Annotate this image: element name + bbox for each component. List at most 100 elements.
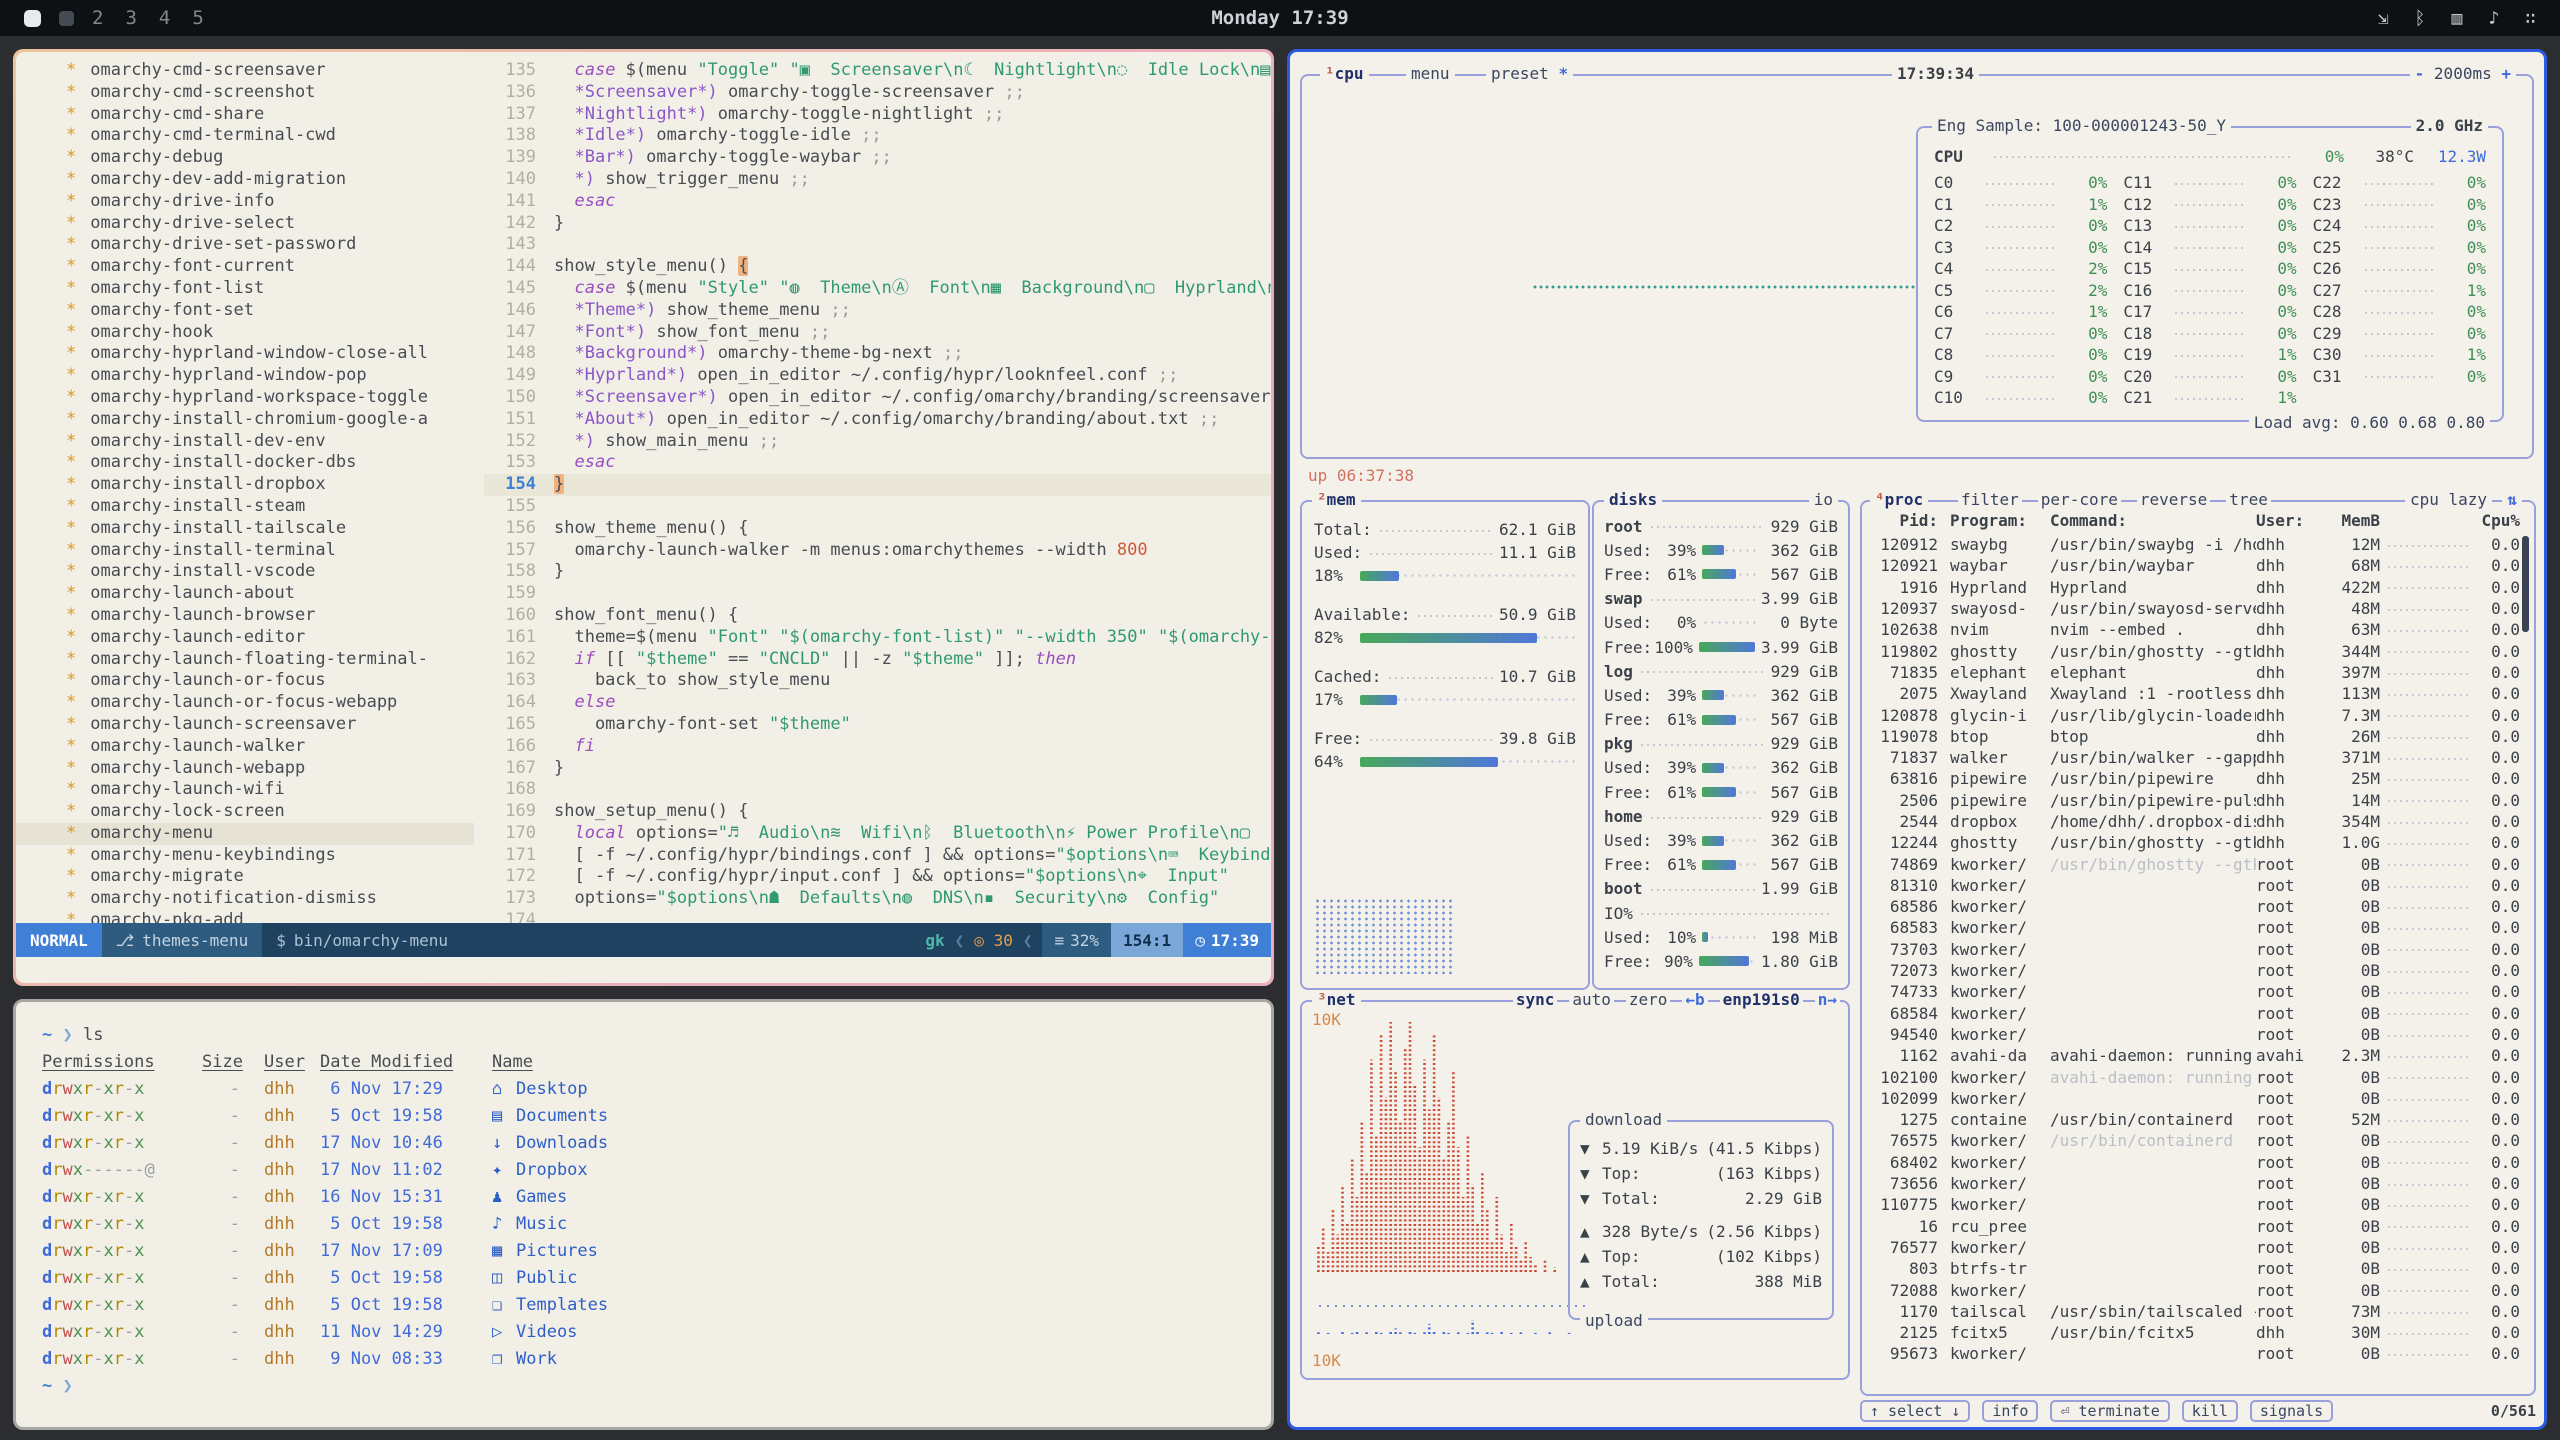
code-line[interactable]: 139 *Bar*) omarchy-toggle-waybar ;; <box>484 147 1271 169</box>
file-item[interactable]: *omarchy-pkg-add <box>66 910 484 923</box>
code-line[interactable]: 138 *Idle*) omarchy-toggle-idle ;; <box>484 125 1271 147</box>
proc-reverse[interactable]: reverse <box>2137 490 2210 509</box>
file-item[interactable]: *omarchy-launch-or-focus <box>66 670 484 692</box>
file-item[interactable]: *omarchy-install-steam <box>66 496 484 518</box>
process-row[interactable]: 81310 kworker/ root 0B 0.0 <box>1876 875 2520 896</box>
file-item[interactable]: *omarchy-install-dropbox <box>66 474 484 496</box>
process-row[interactable]: 68402 kworker/ root 0B 0.0 <box>1876 1152 2520 1173</box>
process-row[interactable]: 63816 pipewire /usr/bin/pipewire dhh 25M… <box>1876 768 2520 789</box>
process-row[interactable]: 102099 kworker/ root 0B 0.0 <box>1876 1088 2520 1109</box>
file-item[interactable]: *omarchy-install-tailscale <box>66 518 484 540</box>
file-item[interactable]: *omarchy-debug <box>66 147 484 169</box>
apps-icon[interactable]: ∷ <box>2525 8 2536 29</box>
file-item[interactable]: *omarchy-install-dev-env <box>66 431 484 453</box>
file-item[interactable]: *omarchy-install-vscode <box>66 561 484 583</box>
file-item[interactable]: *omarchy-launch-webapp <box>66 758 484 780</box>
process-row[interactable]: 16 rcu_pree root 0B 0.0 <box>1876 1216 2520 1237</box>
proc-tree[interactable]: tree <box>2226 490 2271 509</box>
file-item[interactable]: *omarchy-font-list <box>66 278 484 300</box>
code-line[interactable]: 166 fi <box>484 736 1271 758</box>
code-line[interactable]: 155 <box>484 496 1271 518</box>
process-row[interactable]: 68584 kworker/ root 0B 0.0 <box>1876 1003 2520 1024</box>
process-row[interactable]: 72088 kworker/ root 0B 0.0 <box>1876 1279 2520 1300</box>
process-row[interactable]: 72073 kworker/ root 0B 0.0 <box>1876 960 2520 981</box>
process-row[interactable]: 12244 ghostty /usr/bin/ghostty --gtk- dh… <box>1876 832 2520 853</box>
update-interval[interactable]: - 2000ms + <box>2410 64 2516 83</box>
process-row[interactable]: 95673 kworker/ root 0B 0.0 <box>1876 1343 2520 1364</box>
process-row[interactable]: 74733 kworker/ root 0B 0.0 <box>1876 981 2520 1002</box>
code-line[interactable]: 173 options="$options\n☗ Defaults\n◍ DNS… <box>484 888 1271 910</box>
process-row[interactable]: 803 btrfs-tr root 0B 0.0 <box>1876 1258 2520 1279</box>
proc-action-button[interactable]: kill <box>2182 1400 2238 1422</box>
workspace-active-icon[interactable] <box>24 10 41 27</box>
proc-action-button[interactable]: info <box>1982 1400 2038 1422</box>
code-line[interactable]: 172 [ -f ~/.config/hypr/input.conf ] && … <box>484 866 1271 888</box>
code-line[interactable]: 157 omarchy-launch-walker -m menus:omarc… <box>484 540 1271 562</box>
code-line[interactable]: 160show_font_menu() { <box>484 605 1271 627</box>
code-line[interactable]: 167} <box>484 758 1271 780</box>
code-line[interactable]: 171 [ -f ~/.config/hypr/bindings.conf ] … <box>484 845 1271 867</box>
proc-filter[interactable]: filter <box>1958 490 2022 509</box>
process-row[interactable]: 119078 btop btop dhh 26M 0.0 <box>1876 726 2520 747</box>
prev-iface-icon[interactable]: ←b <box>1682 990 1707 1009</box>
file-item[interactable]: *omarchy-cmd-share <box>66 104 484 126</box>
file-item[interactable]: *omarchy-launch-editor <box>66 627 484 649</box>
workspace-app-icon[interactable] <box>59 11 74 26</box>
code-line[interactable]: 165 omarchy-font-set "$theme" <box>484 714 1271 736</box>
code-line[interactable]: 140 *) show_trigger_menu ;; <box>484 169 1271 191</box>
process-row[interactable]: 102638 nvim nvim --embed . dhh 63M 0.0 <box>1876 619 2520 640</box>
code-line[interactable]: 137 *Nightlight*) omarchy-toggle-nightli… <box>484 104 1271 126</box>
file-item[interactable]: *omarchy-menu <box>16 823 474 845</box>
bluetooth-icon[interactable]: ᛒ <box>2415 8 2426 29</box>
process-row[interactable]: 120937 swayosd- /usr/bin/swayosd-server … <box>1876 598 2520 619</box>
process-row[interactable]: 2075 Xwayland Xwayland :1 -rootless - dh… <box>1876 683 2520 704</box>
process-row[interactable]: 1170 tailscal /usr/sbin/tailscaled -- ro… <box>1876 1301 2520 1322</box>
screen-share-icon[interactable]: ⇲ <box>2378 8 2389 29</box>
proc-tab[interactable]: ⁴proc <box>1870 490 1928 509</box>
process-row[interactable]: 102100 kworker/ avahi-daemon: running [ … <box>1876 1066 2520 1087</box>
code-line[interactable]: 152 *) show_main_menu ;; <box>484 431 1271 453</box>
code-line[interactable]: 135 case $(menu "Toggle" "▣ Screensaver\… <box>484 60 1271 82</box>
proc-action-button[interactable]: ↑ select ↓ <box>1860 1400 1970 1422</box>
file-item[interactable]: *omarchy-lock-screen <box>66 801 484 823</box>
next-iface-icon[interactable]: n→ <box>1815 990 1840 1009</box>
process-row[interactable]: 73703 kworker/ root 0B 0.0 <box>1876 939 2520 960</box>
process-row[interactable]: 120912 swaybg /usr/bin/swaybg -i /hom dh… <box>1876 534 2520 555</box>
code-line[interactable]: 141 esac <box>484 191 1271 213</box>
file-item[interactable]: *omarchy-cmd-screensaver <box>66 60 484 82</box>
stats-icon[interactable]: ▥ <box>2451 8 2462 29</box>
file-item[interactable]: *omarchy-install-terminal <box>66 540 484 562</box>
file-item[interactable]: *omarchy-font-set <box>66 300 484 322</box>
file-item[interactable]: *omarchy-drive-info <box>66 191 484 213</box>
workspace-number[interactable]: 3 <box>125 7 136 29</box>
code-line[interactable]: 156show_theme_menu() { <box>484 518 1271 540</box>
sort-arrows-icon[interactable]: ⇅ <box>2502 490 2522 509</box>
proc-action-button[interactable]: signals <box>2250 1400 2333 1422</box>
file-item[interactable]: *omarchy-cmd-terminal-cwd <box>66 125 484 147</box>
code-line[interactable]: 143 <box>484 234 1271 256</box>
proc-sort[interactable]: cpu lazy <box>2405 490 2492 509</box>
code-line[interactable]: 170 local options="♬ Audio\n≋ Wifi\nᛒ Bl… <box>484 823 1271 845</box>
process-row[interactable]: 76577 kworker/ root 0B 0.0 <box>1876 1237 2520 1258</box>
process-row[interactable]: 1275 containe /usr/bin/containerd root 5… <box>1876 1109 2520 1130</box>
net-zero[interactable]: zero <box>1626 990 1671 1009</box>
workspace-number[interactable]: 4 <box>159 7 170 29</box>
file-item[interactable]: *omarchy-launch-wifi <box>66 779 484 801</box>
file-item[interactable]: *omarchy-launch-about <box>66 583 484 605</box>
proc-action-button[interactable]: ⏎ terminate <box>2050 1400 2169 1422</box>
code-line[interactable]: 146 *Theme*) show_theme_menu ;; <box>484 300 1271 322</box>
mem-tab[interactable]: ²mem <box>1312 490 1361 509</box>
file-item[interactable]: *omarchy-hyprland-workspace-toggle <box>66 387 484 409</box>
file-item[interactable]: *omarchy-cmd-screenshot <box>66 82 484 104</box>
code-line[interactable]: 168 <box>484 779 1271 801</box>
code-line[interactable]: 145 case $(menu "Style" "◍ Theme\nⒶ Font… <box>484 278 1271 300</box>
code-line[interactable]: 164 else <box>484 692 1271 714</box>
file-item[interactable]: *omarchy-font-current <box>66 256 484 278</box>
process-row[interactable]: 71835 elephant elephant dhh 397M 0.0 <box>1876 662 2520 683</box>
file-item[interactable]: *omarchy-menu-keybindings <box>66 845 484 867</box>
menu-button[interactable]: menu <box>1406 64 1455 83</box>
workspace-number[interactable]: 2 <box>92 7 103 29</box>
code-line[interactable]: 151 *About*) open_in_editor ~/.config/om… <box>484 409 1271 431</box>
file-item[interactable]: *omarchy-launch-screensaver <box>66 714 484 736</box>
process-row[interactable]: 68583 kworker/ root 0B 0.0 <box>1876 917 2520 938</box>
